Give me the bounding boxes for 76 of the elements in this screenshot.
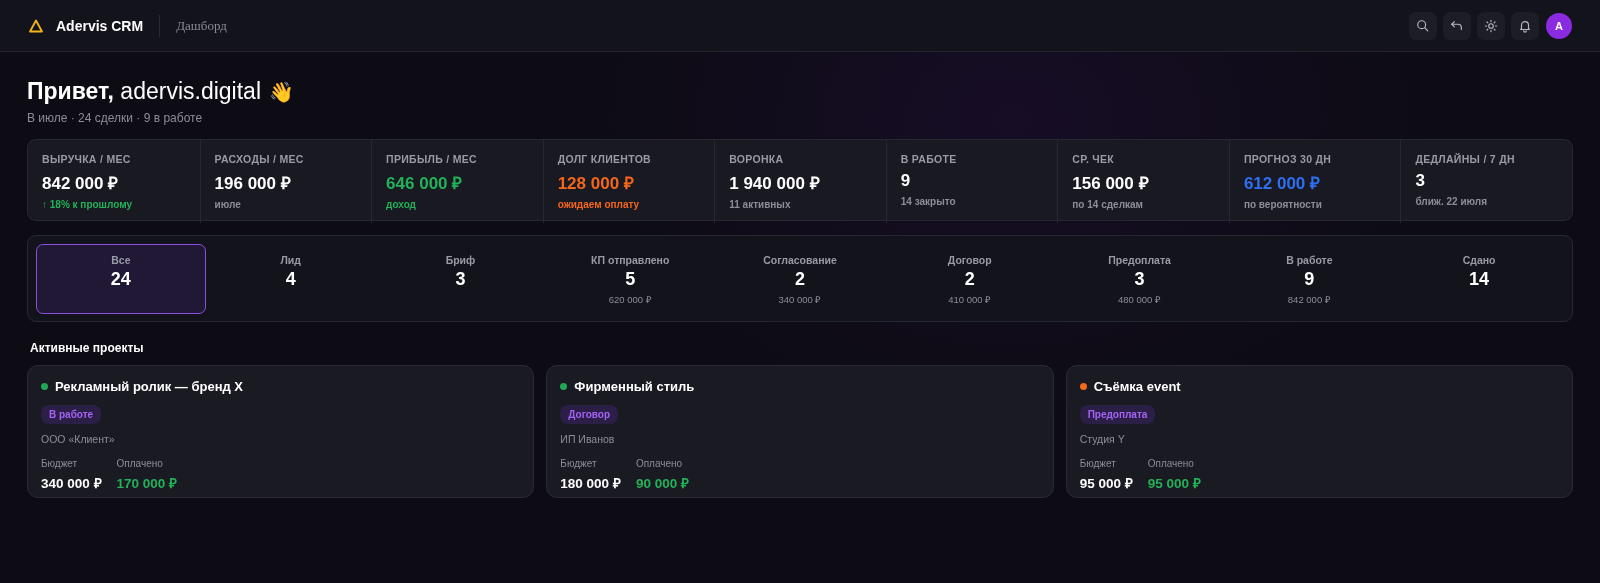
project-card[interactable]: Фирменный стиль Договор ИП Иванов Бюджет 180 000 ₽ Оплачено 90 000 ₽ bbox=[546, 365, 1054, 498]
client-name: ИП Иванов bbox=[560, 433, 616, 445]
bell-button[interactable] bbox=[1511, 11, 1539, 40]
project-card[interactable]: Съёмка event Предоплата Студия Y Бюджет 95 000 ₽ Оплачено 95 000 ₽ bbox=[1065, 365, 1573, 498]
paid-label: Оплачено bbox=[116, 458, 164, 469]
kpi-note: доход bbox=[386, 199, 417, 210]
greeting-subtitle: В июле · 24 сделки · 9 в работе bbox=[27, 111, 204, 125]
project-title: Рекламный ролик — бренд X bbox=[55, 379, 244, 394]
budget-label: Бюджет bbox=[1079, 458, 1117, 469]
search-button[interactable] bbox=[1409, 11, 1437, 40]
project-title: Фирменный стиль bbox=[574, 379, 695, 394]
paid-label: Оплачено bbox=[635, 458, 684, 469]
stage-tab[interactable]: Бриф 3 bbox=[375, 244, 546, 314]
undo-icon bbox=[1450, 18, 1464, 33]
budget-value: 340 000 ₽ bbox=[41, 475, 102, 492]
kpi-label: РАСХОДЫ / МЕС bbox=[214, 153, 305, 165]
client-name: Студия Y bbox=[1079, 433, 1126, 445]
kpi-label: В РАБОТЕ bbox=[900, 153, 958, 165]
kpi-value: 1 940 000 ₽ bbox=[729, 173, 821, 194]
waving-hand-emoji: 👋 bbox=[269, 79, 294, 104]
paid-value: 90 000 ₽ bbox=[635, 475, 689, 492]
kpi-label: ПРОГНОЗ 30 ДН bbox=[1243, 153, 1333, 165]
stage-tab[interactable]: В работе 9 842 000 ₽ bbox=[1224, 244, 1395, 314]
budget-value: 180 000 ₽ bbox=[560, 475, 621, 492]
triangle-logo-icon bbox=[28, 17, 44, 34]
budget-label: Бюджет bbox=[41, 458, 79, 469]
kpi-note: 14 закрыто bbox=[900, 196, 957, 207]
kpi-note: 11 активных bbox=[729, 199, 792, 210]
kpi-label: ПРИБЫЛЬ / МЕС bbox=[386, 153, 478, 165]
stage-tab[interactable]: Все 24 bbox=[36, 244, 206, 314]
section-title: Активные проекты bbox=[30, 341, 145, 355]
user-avatar[interactable]: A bbox=[1546, 12, 1572, 39]
kpi-note: ↑ 18% к прошлому bbox=[42, 199, 133, 210]
kpi-label: ВОРОНКА bbox=[729, 153, 785, 165]
project-card[interactable]: Рекламный ролик — бренд X В работе ООО «Клиент» Бюджет 340 000 ₽ Оплачено 170 000 ₽ bbox=[27, 365, 535, 498]
stage-tab[interactable]: КП отправлено 5 620 000 ₽ bbox=[545, 244, 716, 314]
kpi-note: ожидаем оплату bbox=[557, 199, 641, 210]
stage-tab[interactable]: Предоплата 3 480 000 ₽ bbox=[1054, 244, 1225, 314]
budget-label: Бюджет bbox=[560, 458, 598, 469]
kpi-value: 3 bbox=[1415, 171, 1426, 191]
kpi-value: 646 000 ₽ bbox=[386, 173, 464, 194]
kpi-value: 156 000 ₽ bbox=[1072, 173, 1150, 194]
kpi-value: 842 000 ₽ bbox=[42, 173, 120, 194]
sun-button[interactable] bbox=[1477, 11, 1505, 40]
kpi-note: ближ. 22 июля bbox=[1415, 196, 1489, 207]
stage-tab[interactable]: Договор 2 410 000 ₽ bbox=[884, 244, 1055, 314]
kpi-label: ДОЛГ КЛИЕНТОВ bbox=[557, 153, 652, 165]
kpi-value: 612 000 ₽ bbox=[1243, 173, 1322, 194]
brand-name: Adervis CRM bbox=[56, 17, 144, 34]
kpi-note: июле bbox=[214, 199, 242, 210]
paid-value: 95 000 ₽ bbox=[1147, 475, 1201, 492]
paid-value: 170 000 ₽ bbox=[116, 475, 178, 492]
stage-tab[interactable]: Сдано 14 bbox=[1394, 244, 1564, 314]
kpi-value: 196 000 ₽ bbox=[214, 173, 292, 194]
bell-icon bbox=[1518, 18, 1532, 33]
greeting-title: Привет, adervis.digital bbox=[27, 78, 261, 105]
kpi-value: 128 000 ₽ bbox=[557, 173, 635, 194]
kpi-note: по вероятности bbox=[1243, 199, 1323, 210]
status-tag: Предоплата bbox=[1079, 405, 1156, 424]
stage-tab[interactable]: Лид 4 bbox=[205, 244, 376, 314]
undo-button[interactable] bbox=[1443, 11, 1471, 40]
sun-icon bbox=[1484, 18, 1498, 33]
kpi-value: 9 bbox=[900, 171, 912, 191]
search-icon bbox=[1416, 18, 1430, 33]
breadcrumb: Дашборд bbox=[176, 17, 227, 34]
paid-label: Оплачено bbox=[1147, 458, 1195, 469]
kpi-label: СР. ЧЕК bbox=[1072, 153, 1116, 165]
budget-value: 95 000 ₽ bbox=[1079, 475, 1133, 492]
project-title: Съёмка event bbox=[1093, 379, 1181, 394]
kpi-note: по 14 сделкам bbox=[1072, 199, 1144, 210]
status-tag: Договор bbox=[560, 405, 619, 424]
stage-tab[interactable]: Согласование 2 340 000 ₽ bbox=[715, 244, 885, 314]
client-name: ООО «Клиент» bbox=[41, 433, 116, 445]
kpi-label: ВЫРУЧКА / МЕС bbox=[42, 153, 132, 165]
kpi-label: ДЕДЛАЙНЫ / 7 ДН bbox=[1415, 153, 1516, 165]
status-tag: В работе bbox=[41, 405, 102, 424]
